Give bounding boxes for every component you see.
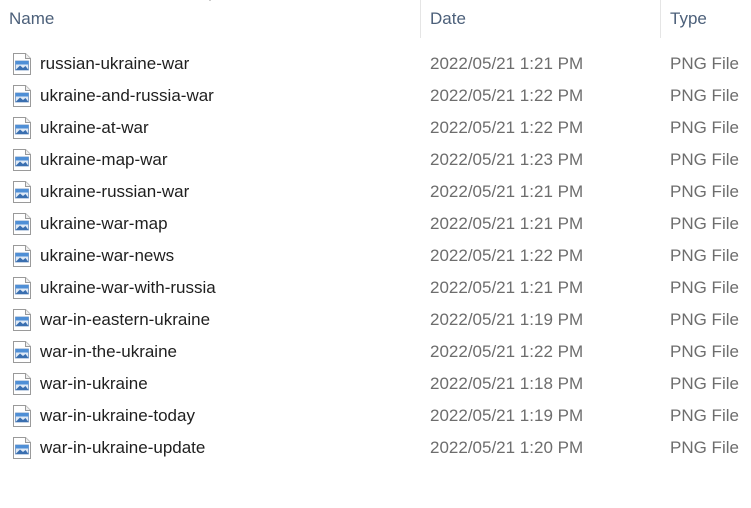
column-header-date[interactable]: Date bbox=[430, 0, 655, 38]
file-row[interactable]: war-in-ukraine-update 2022/05/21 1:20 PM… bbox=[0, 432, 751, 464]
file-type: PNG File bbox=[670, 150, 739, 169]
file-date: 2022/05/21 1:21 PM bbox=[430, 54, 584, 73]
file-date: 2022/05/21 1:18 PM bbox=[430, 374, 584, 393]
png-file-icon bbox=[13, 245, 31, 267]
file-date: 2022/05/21 1:23 PM bbox=[430, 150, 584, 169]
file-type: PNG File bbox=[670, 246, 739, 265]
file-date: 2022/05/21 1:22 PM bbox=[430, 86, 584, 105]
file-name: ukraine-war-with-russia bbox=[40, 278, 216, 297]
file-row[interactable]: war-in-ukraine 2022/05/21 1:18 PM PNG Fi… bbox=[0, 368, 751, 400]
file-row[interactable]: ukraine-war-map 2022/05/21 1:21 PM PNG F… bbox=[0, 208, 751, 240]
file-row[interactable]: ukraine-war-with-russia 2022/05/21 1:21 … bbox=[0, 272, 751, 304]
file-type: PNG File bbox=[670, 54, 739, 73]
file-date: 2022/05/21 1:21 PM bbox=[430, 278, 584, 297]
file-row[interactable]: ukraine-and-russia-war 2022/05/21 1:22 P… bbox=[0, 80, 751, 112]
file-type: PNG File bbox=[670, 86, 739, 105]
png-file-icon bbox=[13, 85, 31, 107]
file-name: ukraine-map-war bbox=[40, 150, 168, 169]
file-row[interactable]: war-in-eastern-ukraine 2022/05/21 1:19 P… bbox=[0, 304, 751, 336]
file-name: war-in-ukraine-today bbox=[40, 406, 195, 425]
png-file-icon bbox=[13, 53, 31, 75]
file-name: ukraine-war-news bbox=[40, 246, 175, 265]
file-type: PNG File bbox=[670, 182, 739, 201]
file-date: 2022/05/21 1:22 PM bbox=[430, 118, 584, 137]
file-name: ukraine-at-war bbox=[40, 118, 149, 137]
column-separator[interactable] bbox=[420, 0, 421, 38]
file-type: PNG File bbox=[670, 438, 739, 457]
png-file-icon bbox=[13, 213, 31, 235]
png-file-icon bbox=[13, 181, 31, 203]
file-row[interactable]: ukraine-war-news 2022/05/21 1:22 PM PNG … bbox=[0, 240, 751, 272]
png-file-icon bbox=[13, 341, 31, 363]
file-type: PNG File bbox=[670, 278, 739, 297]
png-file-icon bbox=[13, 405, 31, 427]
column-header-name[interactable]: Name bbox=[9, 0, 414, 38]
file-name: war-in-the-ukraine bbox=[40, 342, 177, 361]
file-type: PNG File bbox=[670, 214, 739, 233]
file-name: war-in-eastern-ukraine bbox=[40, 310, 211, 329]
sort-chevron-icon bbox=[209, 0, 211, 1]
file-type: PNG File bbox=[670, 118, 739, 137]
file-name: ukraine-russian-war bbox=[40, 182, 190, 201]
file-date: 2022/05/21 1:22 PM bbox=[430, 246, 584, 265]
file-date: 2022/05/21 1:22 PM bbox=[430, 342, 584, 361]
file-type: PNG File bbox=[670, 374, 739, 393]
column-header-bar: Name Date Type bbox=[0, 0, 751, 38]
file-row[interactable]: ukraine-russian-war 2022/05/21 1:21 PM P… bbox=[0, 176, 751, 208]
file-type: PNG File bbox=[670, 406, 739, 425]
file-row[interactable]: ukraine-at-war 2022/05/21 1:22 PM PNG Fi… bbox=[0, 112, 751, 144]
column-header-type[interactable]: Type bbox=[670, 0, 751, 38]
file-date: 2022/05/21 1:19 PM bbox=[430, 310, 584, 329]
file-name: ukraine-war-map bbox=[40, 214, 168, 233]
file-name: russian-ukraine-war bbox=[40, 54, 190, 73]
file-name: war-in-ukraine bbox=[40, 374, 148, 393]
column-separator[interactable] bbox=[660, 0, 661, 38]
file-type: PNG File bbox=[670, 342, 739, 361]
png-file-icon bbox=[13, 437, 31, 459]
file-type: PNG File bbox=[670, 310, 739, 329]
file-row[interactable]: ukraine-map-war 2022/05/21 1:23 PM PNG F… bbox=[0, 144, 751, 176]
file-date: 2022/05/21 1:19 PM bbox=[430, 406, 584, 425]
file-row[interactable]: war-in-ukraine-today 2022/05/21 1:19 PM … bbox=[0, 400, 751, 432]
png-file-icon bbox=[13, 117, 31, 139]
file-row[interactable]: russian-ukraine-war 2022/05/21 1:21 PM P… bbox=[0, 48, 751, 80]
file-date: 2022/05/21 1:21 PM bbox=[430, 214, 584, 233]
file-name: ukraine-and-russia-war bbox=[40, 86, 214, 105]
file-date: 2022/05/21 1:21 PM bbox=[430, 182, 584, 201]
file-list-view: Name Date Type russian-ukraine-war 2022/… bbox=[0, 0, 751, 508]
png-file-icon bbox=[13, 277, 31, 299]
file-date: 2022/05/21 1:20 PM bbox=[430, 438, 584, 457]
png-file-icon bbox=[13, 309, 31, 331]
png-file-icon bbox=[13, 149, 31, 171]
file-rows: russian-ukraine-war 2022/05/21 1:21 PM P… bbox=[0, 48, 751, 464]
file-row[interactable]: war-in-the-ukraine 2022/05/21 1:22 PM PN… bbox=[0, 336, 751, 368]
png-file-icon bbox=[13, 373, 31, 395]
file-name: war-in-ukraine-update bbox=[40, 438, 206, 457]
